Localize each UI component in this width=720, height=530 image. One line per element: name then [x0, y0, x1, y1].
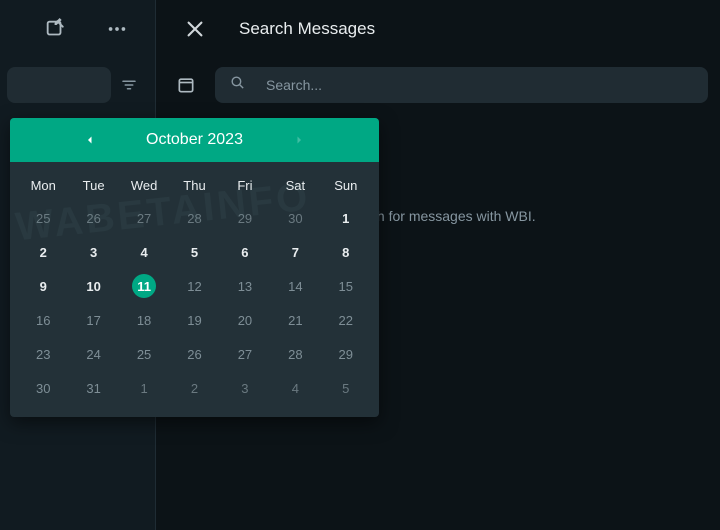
- calendar-day[interactable]: 2: [169, 371, 219, 405]
- header-title: Search Messages: [239, 19, 375, 39]
- calendar-day[interactable]: 25: [18, 201, 68, 235]
- calendar-week-row: 9101112131415: [18, 269, 371, 303]
- calendar-week-row: 303112345: [18, 371, 371, 405]
- calendar-day[interactable]: 26: [68, 201, 118, 235]
- calendar-day[interactable]: 4: [119, 235, 169, 269]
- chat-list-tab[interactable]: [7, 67, 111, 103]
- calendar-day[interactable]: 2: [18, 235, 68, 269]
- day-of-week-label: Mon: [18, 170, 68, 201]
- calendar-day[interactable]: 1: [119, 371, 169, 405]
- left-toolbar: [0, 58, 155, 112]
- right-toolbar: [155, 58, 720, 112]
- calendar-day[interactable]: 29: [321, 337, 371, 371]
- calendar-day[interactable]: 21: [270, 303, 320, 337]
- day-of-week-label: Fri: [220, 170, 270, 201]
- calendar-week-row: 2345678: [18, 235, 371, 269]
- calendar-day[interactable]: 22: [321, 303, 371, 337]
- left-header: [0, 0, 155, 58]
- calendar-week-row: 2526272829301: [18, 201, 371, 235]
- calendar-day[interactable]: 3: [220, 371, 270, 405]
- calendar-day[interactable]: 20: [220, 303, 270, 337]
- calendar-day[interactable]: 9: [18, 269, 68, 303]
- calendar-day[interactable]: 5: [169, 235, 219, 269]
- calendar-day[interactable]: 30: [18, 371, 68, 405]
- calendar-day[interactable]: 18: [119, 303, 169, 337]
- calendar-week-row: 16171819202122: [18, 303, 371, 337]
- calendar-day[interactable]: 11: [119, 269, 169, 303]
- day-of-week-label: Thu: [169, 170, 219, 201]
- top-bar: Search Messages: [0, 0, 720, 58]
- calendar-day[interactable]: 4: [270, 371, 320, 405]
- calendar-day[interactable]: 14: [270, 269, 320, 303]
- calendar-day[interactable]: 7: [270, 235, 320, 269]
- calendar-week-row: 23242526272829: [18, 337, 371, 371]
- calendar-day[interactable]: 16: [18, 303, 68, 337]
- calendar-day[interactable]: 8: [321, 235, 371, 269]
- calendar-day[interactable]: 1: [321, 201, 371, 235]
- day-of-week-label: Sun: [321, 170, 371, 201]
- prev-month-button[interactable]: [76, 126, 104, 154]
- calendar-button[interactable]: [167, 66, 205, 104]
- calendar-day[interactable]: 31: [68, 371, 118, 405]
- calendar-day[interactable]: 24: [68, 337, 118, 371]
- filter-button[interactable]: [111, 67, 148, 103]
- calendar-day[interactable]: 19: [169, 303, 219, 337]
- date-picker-header: October 2023: [10, 118, 379, 162]
- menu-button[interactable]: [97, 9, 137, 49]
- next-month-button[interactable]: [285, 126, 313, 154]
- calendar-day[interactable]: 3: [68, 235, 118, 269]
- calendar-day[interactable]: 15: [321, 269, 371, 303]
- close-button[interactable]: [175, 9, 215, 49]
- day-of-week-row: MonTueWedThuFriSatSun: [18, 170, 371, 201]
- calendar-day[interactable]: 10: [68, 269, 118, 303]
- calendar-day[interactable]: 25: [119, 337, 169, 371]
- calendar-day[interactable]: 13: [220, 269, 270, 303]
- month-label[interactable]: October 2023: [146, 131, 243, 149]
- calendar-day[interactable]: 23: [18, 337, 68, 371]
- calendar-grid: MonTueWedThuFriSatSun 252627282930123456…: [10, 162, 379, 417]
- new-chat-button[interactable]: [35, 9, 75, 49]
- calendar-day[interactable]: 29: [220, 201, 270, 235]
- calendar-day[interactable]: 27: [119, 201, 169, 235]
- calendar-day[interactable]: 5: [321, 371, 371, 405]
- day-of-week-label: Wed: [119, 170, 169, 201]
- search-field[interactable]: [215, 67, 708, 103]
- calendar-day[interactable]: 12: [169, 269, 219, 303]
- calendar-day[interactable]: 28: [270, 337, 320, 371]
- calendar-day[interactable]: 6: [220, 235, 270, 269]
- calendar-day[interactable]: 28: [169, 201, 219, 235]
- calendar-day[interactable]: 26: [169, 337, 219, 371]
- calendar-day[interactable]: 30: [270, 201, 320, 235]
- search-input[interactable]: [266, 77, 694, 93]
- day-of-week-label: Sat: [270, 170, 320, 201]
- toolbar: [0, 58, 720, 112]
- calendar-day[interactable]: 17: [68, 303, 118, 337]
- search-icon: [229, 74, 246, 96]
- calendar-day[interactable]: 27: [220, 337, 270, 371]
- search-header: Search Messages: [155, 0, 720, 58]
- date-picker: October 2023 MonTueWedThuFriSatSun 25262…: [10, 118, 379, 417]
- day-of-week-label: Tue: [68, 170, 118, 201]
